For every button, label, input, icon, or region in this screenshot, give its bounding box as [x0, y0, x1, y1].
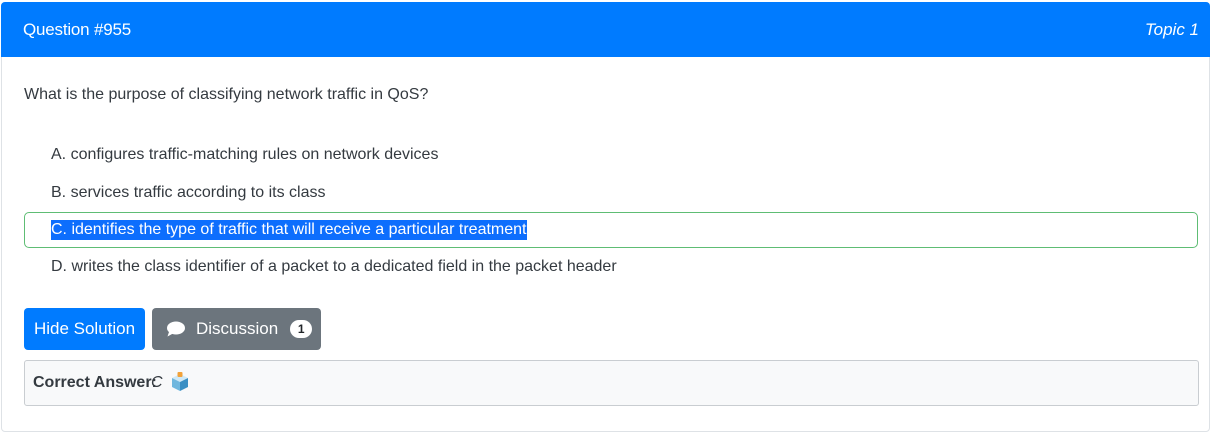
choice-b-label: B. services traffic according to its cla… — [51, 184, 326, 201]
choice-a[interactable]: A. configures traffic-matching rules on … — [51, 144, 438, 166]
correct-answer-value: C — [151, 374, 163, 391]
discussion-count-badge: 1 — [290, 320, 313, 338]
question-number: Question #955 — [23, 20, 131, 39]
question-text: What is the purpose of classifying netwo… — [24, 86, 429, 103]
choice-b[interactable]: B. services traffic according to its cla… — [51, 182, 325, 204]
choice-c[interactable]: C. identifies the type of traffic that w… — [51, 219, 528, 241]
topic-label: Topic 1 — [1144, 20, 1199, 39]
choice-c-label: C. identifies the type of traffic that w… — [51, 220, 528, 240]
discussion-label: Discussion — [196, 319, 279, 338]
choice-d-label: D. writes the class identifier of a pack… — [51, 258, 617, 275]
answer-panel: Correct Answer: C — [24, 360, 1199, 406]
comment-icon — [167, 321, 185, 337]
vote-box-icon[interactable] — [169, 371, 191, 393]
choice-d[interactable]: D. writes the class identifier of a pack… — [51, 256, 617, 278]
correct-answer-label: Correct Answer: — [33, 374, 157, 391]
choice-a-label: A. configures traffic-matching rules on … — [51, 146, 439, 163]
hide-solution-button[interactable]: Hide Solution — [24, 308, 145, 350]
discussion-button[interactable]: Discussion 1 — [152, 308, 321, 350]
hide-solution-label: Hide Solution — [33, 319, 136, 338]
card-header: Question #955 Topic 1 — [1, 2, 1210, 57]
